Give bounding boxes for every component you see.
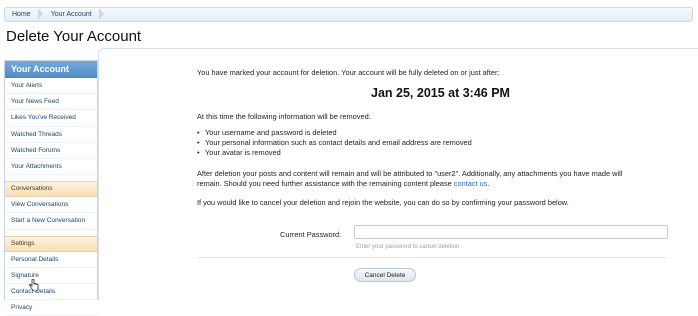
password-hint: Enter your password to cancel deletion [356,244,460,250]
sidebar-item-contact-details[interactable]: Contact Details [5,284,97,301]
list-item: Your username and password is deleted [197,128,472,138]
remain-text-line1: After deletion your posts and content wi… [197,169,623,178]
list-item: Your avatar is removed [197,148,472,158]
sidebar: Your Account Your Alerts Your News Feed … [4,60,98,316]
sidebar-section-settings: Settings [5,235,97,252]
sidebar-item-signature[interactable]: Signature [5,268,97,284]
sidebar-item-start-conversation[interactable]: Start a New Conversation [5,213,97,230]
sidebar-item-personal-details[interactable]: Personal Details [5,252,97,268]
contact-us-link[interactable]: contact us [454,179,488,188]
removed-list: Your username and password is deleted Yo… [197,128,472,158]
sidebar-section-conversations: Conversations [5,181,97,198]
main-content: You have marked your account for deletio… [98,48,698,300]
sidebar-item-privacy[interactable]: Privacy [5,300,97,316]
sidebar-item-watched-threads[interactable]: Watched Threads [5,127,97,143]
sidebar-item-attachments[interactable]: Your Attachments [5,159,97,176]
list-item: Your personal information such as contac… [197,138,472,148]
sidebar-item-alerts[interactable]: Your Alerts [5,78,97,95]
deletion-notice: You have marked your account for deletio… [197,68,500,77]
cancel-info: If you would like to cancel your deletio… [197,198,569,207]
page-title: Delete Your Account [6,28,142,45]
cancel-delete-button[interactable]: Cancel Delete [354,268,416,282]
remain-text-end: . [487,179,490,188]
breadcrumb-your-account-link[interactable]: Your Account [43,8,104,21]
sidebar-item-view-conversations[interactable]: View Conversations [5,197,97,214]
remain-text: remain. Should you need further assistan… [197,179,454,188]
remain-text-line2: remain. Should you need further assistan… [197,179,490,188]
removed-intro: At this time the following information w… [197,112,371,121]
sidebar-header[interactable]: Your Account [5,61,97,78]
breadcrumb-home-link[interactable]: Home [5,8,43,21]
hand-cursor-icon [29,279,39,292]
password-label: Current Password: [280,230,342,239]
sidebar-item-news-feed[interactable]: Your News Feed [5,94,97,111]
current-password-input[interactable] [354,225,668,239]
deletion-date: Jan 25, 2015 at 3:46 PM [371,86,510,100]
sidebar-item-watched-forums[interactable]: Watched Forums [5,143,97,159]
breadcrumb: Home Your Account [4,7,693,22]
sidebar-item-likes[interactable]: Likes You've Received [5,110,97,127]
form-divider [197,257,667,258]
